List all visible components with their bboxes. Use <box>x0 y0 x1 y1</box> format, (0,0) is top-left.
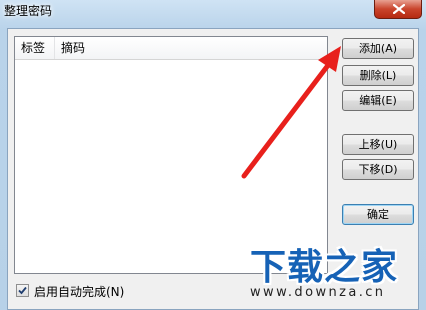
site-watermark: 下载之家 www.downza.cn <box>240 238 426 310</box>
dialog-window: 整理密码 标签 摘码 启用自动完成(N) 添加(A) 删除(L) 编辑(E) 上… <box>0 0 426 310</box>
watermark-logo: 下载之家 <box>250 247 399 288</box>
watermark-url: www.downza.cn <box>250 285 386 300</box>
